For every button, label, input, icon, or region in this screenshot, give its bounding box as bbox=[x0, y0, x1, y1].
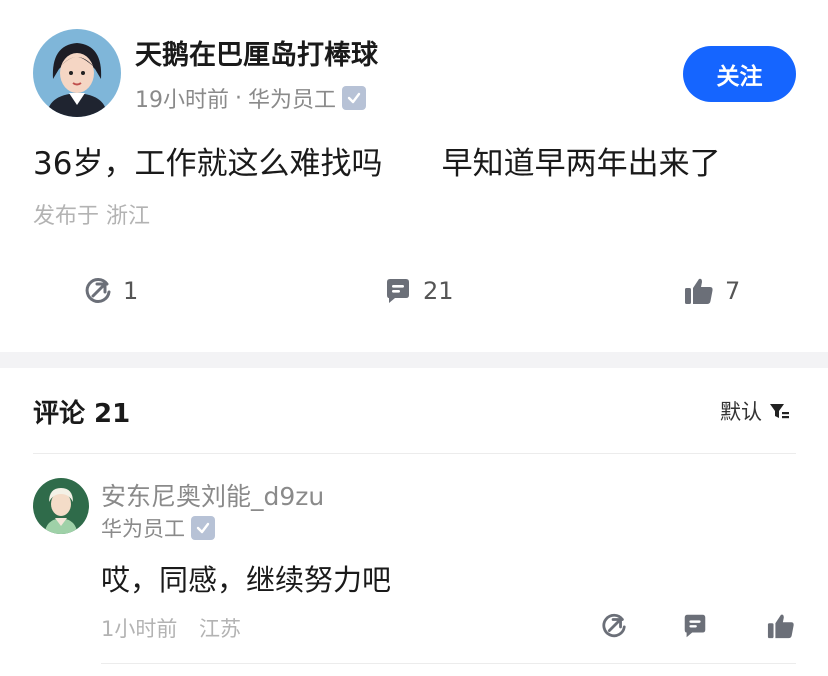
repost-icon bbox=[85, 277, 111, 303]
comment-count: 21 bbox=[423, 277, 454, 305]
post-meta: 19小时前 · 华为员工 bbox=[135, 82, 367, 114]
thumbs-up-icon bbox=[767, 614, 794, 639]
post-location: 发布于 浙江 bbox=[33, 204, 150, 229]
author-role: 华为员工 bbox=[248, 88, 337, 113]
comment-location: 江苏 bbox=[199, 617, 241, 641]
comment-text: 哎，同感，继续努力吧 bbox=[101, 563, 392, 597]
sort-label: 默认 bbox=[720, 400, 762, 424]
comment-icon bbox=[684, 614, 706, 638]
like-button[interactable]: 7 bbox=[683, 276, 740, 306]
repost-count: 1 bbox=[123, 277, 139, 305]
comment-icon bbox=[387, 279, 409, 303]
follow-button[interactable]: 关注 bbox=[683, 46, 796, 102]
sort-dropdown[interactable]: 默认 bbox=[720, 396, 790, 426]
section-divider bbox=[0, 352, 828, 368]
repost-button[interactable]: 1 bbox=[83, 276, 138, 306]
meta-separator: · bbox=[235, 85, 242, 111]
comments-header-divider bbox=[33, 453, 796, 454]
commenter-role: 华为员工 bbox=[101, 517, 185, 541]
post-time: 19小时前 bbox=[135, 88, 229, 113]
like-count: 7 bbox=[725, 277, 741, 305]
comment-avatar[interactable] bbox=[33, 478, 89, 534]
comment-time: 1小时前 bbox=[101, 617, 178, 641]
comments-title: 评论 21 bbox=[33, 399, 131, 429]
commenter-meta: 华为员工 bbox=[101, 513, 215, 543]
author-name[interactable]: 天鹅在巴厘岛打棒球 bbox=[135, 33, 378, 72]
commenter-name[interactable]: 安东尼奥刘能_d9zu bbox=[101, 477, 324, 513]
comment-repost-button[interactable] bbox=[600, 612, 628, 644]
comment-divider bbox=[101, 663, 796, 664]
comment-like-button[interactable] bbox=[766, 612, 796, 644]
comment-reply-button[interactable] bbox=[681, 612, 709, 644]
comment-button[interactable]: 21 bbox=[383, 276, 454, 306]
thumbs-up-icon bbox=[685, 278, 713, 304]
verified-badge-icon bbox=[342, 86, 367, 110]
post-content: 36岁，工作就这么难找吗 早知道早两年出来了 bbox=[33, 146, 721, 182]
author-avatar[interactable] bbox=[33, 29, 121, 117]
filter-icon bbox=[770, 404, 789, 419]
repost-icon bbox=[602, 613, 626, 638]
verified-badge-icon bbox=[191, 516, 215, 540]
